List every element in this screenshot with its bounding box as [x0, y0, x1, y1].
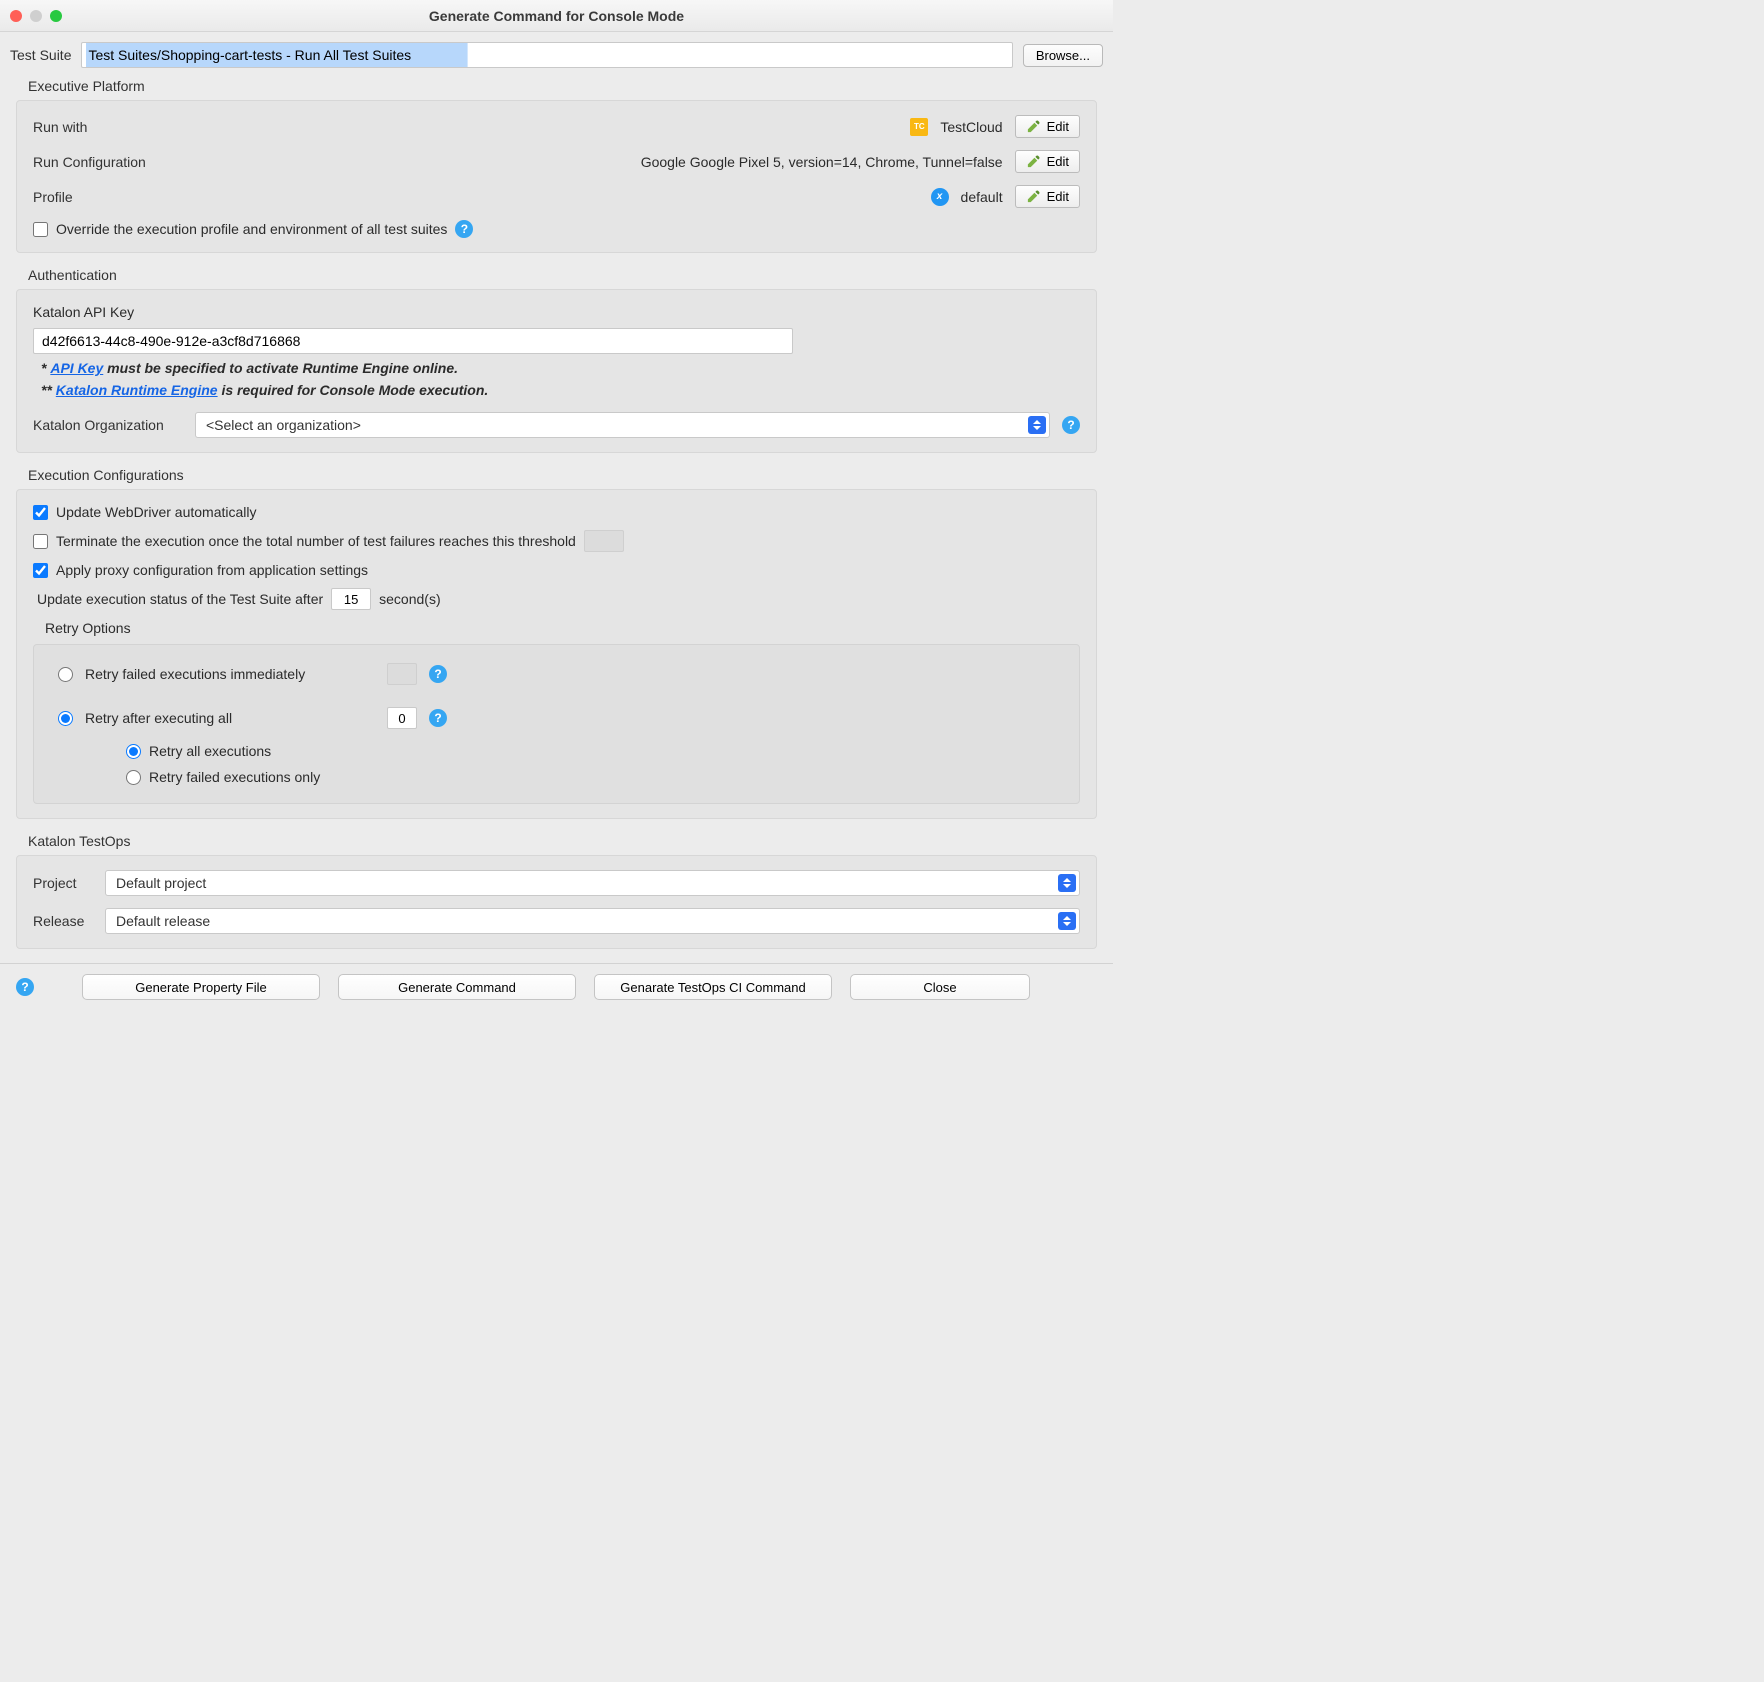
override-checkbox[interactable] [33, 222, 48, 237]
retry-failed-only-radio[interactable] [126, 770, 141, 785]
project-label: Project [33, 875, 93, 891]
help-icon[interactable]: ? [455, 220, 473, 238]
runtime-engine-link[interactable]: Katalon Runtime Engine [56, 382, 218, 398]
update-webdriver-checkbox[interactable] [33, 505, 48, 520]
help-icon[interactable]: ? [429, 709, 447, 727]
titlebar: Generate Command for Console Mode [0, 0, 1113, 32]
executive-platform-title: Executive Platform [28, 78, 1103, 94]
api-key-link[interactable]: API Key [50, 360, 103, 376]
retry-immediate-label: Retry failed executions immediately [85, 666, 375, 682]
authentication-title: Authentication [28, 267, 1103, 283]
retry-after-label: Retry after executing all [85, 710, 375, 726]
terminate-label: Terminate the execution once the total n… [56, 533, 576, 549]
dropdown-icon [1028, 416, 1046, 434]
project-select[interactable]: Default project [105, 870, 1080, 896]
profile-label: Profile [33, 189, 73, 205]
retry-options-title: Retry Options [45, 620, 1080, 636]
testops-title: Katalon TestOps [28, 833, 1103, 849]
testops-panel: Project Default project Release Default … [16, 855, 1097, 949]
api-key-input[interactable] [33, 328, 793, 354]
help-icon[interactable]: ? [16, 978, 34, 996]
generate-command-button[interactable]: Generate Command [338, 974, 576, 1000]
close-button[interactable]: Close [850, 974, 1030, 1000]
footer: ? Generate Property File Generate Comman… [0, 963, 1113, 1014]
apply-proxy-checkbox[interactable] [33, 563, 48, 578]
generate-testops-ci-button[interactable]: Genarate TestOps CI Command [594, 974, 832, 1000]
exec-config-panel: Update WebDriver automatically Terminate… [16, 489, 1097, 819]
browse-button[interactable]: Browse... [1023, 44, 1103, 67]
retry-all-radio[interactable] [126, 744, 141, 759]
run-config-edit-button[interactable]: Edit [1015, 150, 1080, 173]
update-status-input[interactable] [331, 588, 371, 610]
profile-edit-button[interactable]: Edit [1015, 185, 1080, 208]
retry-panel: Retry failed executions immediately ? Re… [33, 644, 1080, 804]
generate-property-file-button[interactable]: Generate Property File [82, 974, 320, 1000]
release-select[interactable]: Default release [105, 908, 1080, 934]
retry-after-radio[interactable] [58, 711, 73, 726]
retry-immediate-input [387, 663, 417, 685]
dropdown-icon [1058, 874, 1076, 892]
run-with-label: Run with [33, 119, 87, 135]
update-status-suffix: second(s) [379, 591, 440, 607]
update-webdriver-label: Update WebDriver automatically [56, 504, 257, 520]
release-label: Release [33, 913, 93, 929]
terminate-threshold-input [584, 530, 624, 552]
run-config-label: Run Configuration [33, 154, 146, 170]
dropdown-icon [1058, 912, 1076, 930]
window-title: Generate Command for Console Mode [0, 8, 1113, 24]
run-with-value: TestCloud [940, 119, 1002, 135]
test-suite-label: Test Suite [10, 47, 71, 63]
authentication-panel: Katalon API Key * API Key must be specif… [16, 289, 1097, 453]
runtime-engine-note: ** Katalon Runtime Engine is required fo… [41, 382, 1080, 398]
retry-immediate-radio[interactable] [58, 667, 73, 682]
pencil-icon [1026, 154, 1041, 169]
run-config-value: Google Google Pixel 5, version=14, Chrom… [641, 154, 1003, 170]
exec-config-title: Execution Configurations [28, 467, 1103, 483]
profile-icon: x [931, 188, 949, 206]
update-status-prefix: Update execution status of the Test Suit… [37, 591, 323, 607]
apply-proxy-label: Apply proxy configuration from applicati… [56, 562, 368, 578]
org-label: Katalon Organization [33, 417, 183, 433]
api-key-label: Katalon API Key [33, 304, 1080, 320]
pencil-icon [1026, 119, 1041, 134]
help-icon[interactable]: ? [1062, 416, 1080, 434]
terminate-checkbox[interactable] [33, 534, 48, 549]
override-label: Override the execution profile and envir… [56, 221, 447, 237]
profile-value: default [961, 189, 1003, 205]
retry-all-label: Retry all executions [149, 743, 271, 759]
test-suite-input[interactable] [81, 42, 1012, 68]
api-key-note: * API Key must be specified to activate … [41, 360, 1080, 376]
run-with-edit-button[interactable]: Edit [1015, 115, 1080, 138]
testcloud-icon: TC [910, 118, 928, 136]
help-icon[interactable]: ? [429, 665, 447, 683]
retry-failed-only-label: Retry failed executions only [149, 769, 320, 785]
retry-after-input[interactable] [387, 707, 417, 729]
org-select[interactable]: <Select an organization> [195, 412, 1050, 438]
executive-platform-panel: Run with TC TestCloud Edit Run Configura… [16, 100, 1097, 253]
pencil-icon [1026, 189, 1041, 204]
